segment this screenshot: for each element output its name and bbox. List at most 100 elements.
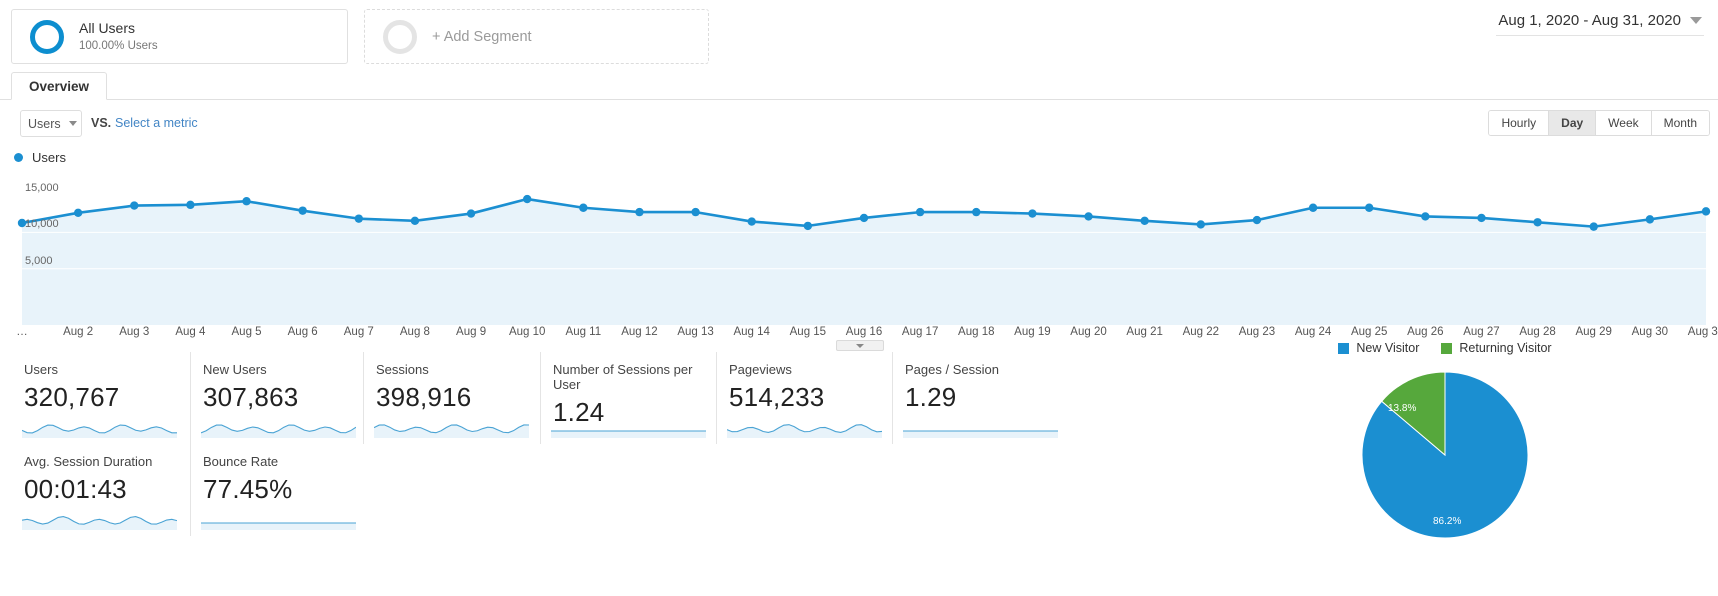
metric-card-value: 398,916	[376, 382, 472, 412]
x-axis-tick: Aug 14	[733, 326, 770, 338]
x-axis-tick: Aug 21	[1126, 326, 1163, 338]
chart-legend: Users	[14, 150, 66, 165]
pie-legend-item-returning-visitor[interactable]: Returning Visitor	[1441, 341, 1552, 355]
users-line-chart[interactable]: 5,000 10,000 15,000	[0, 170, 1718, 330]
pie-legend-item-new-visitor[interactable]: New Visitor	[1338, 341, 1419, 355]
y-axis-tick: 15,000	[25, 182, 59, 195]
metric-card-label: Users	[24, 362, 58, 377]
x-axis-tick: Aug 16	[845, 326, 883, 338]
metric-card-sessions[interactable]: Sessions 398,916	[363, 352, 540, 444]
legend-swatch-icon	[1441, 342, 1453, 354]
metric-card-label: Avg. Session Duration	[24, 454, 153, 469]
x-axis-tick: Aug 9	[456, 326, 487, 338]
metric-card-value: 77.45%	[203, 474, 293, 504]
date-range-picker[interactable]: Aug 1, 2020 - Aug 31, 2020	[1496, 9, 1704, 36]
x-axis-tick: Aug 20	[1070, 326, 1107, 338]
x-axis-tick: Aug 4	[175, 326, 206, 338]
metric-card-pages-per-session[interactable]: Pages / Session 1.29	[892, 352, 1058, 444]
x-axis-tick: Aug 15	[789, 326, 827, 338]
add-segment-donut-icon	[383, 19, 417, 54]
tab-overview[interactable]: Overview	[11, 72, 108, 100]
sparkline	[374, 424, 529, 438]
tab-strip: Overview	[0, 72, 1718, 100]
new-vs-returning-pie: New Visitor Returning Visitor 13.8% 86.2…	[1180, 336, 1710, 586]
x-axis-tick: Aug 17	[901, 326, 939, 338]
segment-title: All Users	[79, 19, 136, 36]
metric-card-new-users[interactable]: New Users 307,863	[190, 352, 363, 444]
primary-metric-label: Users	[28, 116, 61, 131]
y-axis-tick: 5,000	[25, 254, 53, 267]
granularity-week[interactable]: Week	[1596, 111, 1652, 135]
segment-card-all-users[interactable]: All Users 100.00% Users	[11, 9, 348, 64]
granularity-month[interactable]: Month	[1651, 111, 1709, 135]
select-a-metric-link[interactable]: Select a metric	[115, 116, 198, 130]
add-segment-label: + Add Segment	[432, 28, 532, 45]
x-axis-tick: Aug 19	[1014, 326, 1051, 338]
pie-slice-label-new: 86.2%	[1433, 516, 1462, 527]
granularity-day[interactable]: Day	[1549, 111, 1597, 135]
x-axis-tick: Aug 5	[231, 326, 262, 338]
x-axis-tick: Aug 8	[399, 326, 430, 338]
tab-overview-label: Overview	[29, 78, 90, 94]
metric-card-value: 1.29	[905, 382, 957, 412]
metric-card-bounce-rate[interactable]: Bounce Rate 77.45%	[190, 444, 363, 536]
sparkline	[22, 424, 177, 438]
x-axis-tick: Aug 13	[677, 326, 714, 338]
sparkline	[551, 430, 706, 438]
x-axis-tick: Aug 7	[343, 326, 374, 338]
metric-card-avg-session-duration[interactable]: Avg. Session Duration 00:01:43	[12, 444, 190, 536]
x-axis-tick: …	[16, 326, 28, 338]
pie-legend-label: New Visitor	[1356, 341, 1420, 355]
pie-legend-label: Returning Visitor	[1459, 341, 1552, 355]
x-axis-tick: Aug 12	[621, 326, 658, 338]
metric-selector-row: Users VS. Select a metric Hourly Day Wee…	[0, 100, 1718, 148]
metric-card-label: Sessions	[376, 362, 429, 377]
metric-card-label: New Users	[203, 362, 267, 377]
metric-card-users[interactable]: Users 320,767	[12, 352, 190, 444]
x-axis-tick: Aug 10	[508, 326, 546, 338]
x-axis-tick: Aug 2	[63, 326, 94, 338]
metric-card-pageviews[interactable]: Pageviews 514,233	[716, 352, 892, 444]
x-axis-tick: Aug 18	[958, 326, 995, 338]
metric-card-label: Number of Sessions per User	[553, 362, 693, 392]
segment-text: All Users 100.00% Users	[79, 20, 158, 54]
granularity-button-group: Hourly Day Week Month	[1488, 110, 1710, 136]
metric-card-value: 514,233	[729, 382, 825, 412]
segment-subtitle: 100.00% Users	[79, 40, 158, 53]
legend-swatch-icon	[1338, 342, 1350, 354]
segment-bar: All Users 100.00% Users + Add Segment	[0, 0, 1718, 72]
pie-legend: New Visitor Returning Visitor	[1180, 341, 1710, 355]
metric-card-value: 00:01:43	[24, 474, 127, 504]
metric-cards: Users 320,767 New Users 307,863 Sessions 398,…	[12, 352, 1172, 536]
line-chart-svg	[17, 194, 1711, 325]
granularity-hourly[interactable]: Hourly	[1489, 111, 1550, 135]
metric-card-label: Pages / Session	[905, 362, 999, 377]
x-axis-tick: Aug 11	[565, 326, 602, 338]
chevron-down-icon	[1690, 17, 1702, 24]
pie-slice-label-returning: 13.8%	[1388, 403, 1417, 414]
sparkline	[727, 424, 882, 438]
sparkline	[201, 424, 356, 438]
primary-metric-select[interactable]: Users	[20, 110, 82, 137]
segment-donut-icon	[30, 19, 64, 54]
chevron-down-icon	[68, 121, 77, 126]
chart-resize-handle[interactable]	[836, 340, 884, 351]
pie-wrap: 13.8% 86.2%	[1180, 366, 1710, 551]
legend-dot-icon	[14, 153, 23, 162]
metric-card-label: Bounce Rate	[203, 454, 279, 469]
metric-card-row: Avg. Session Duration 00:01:43 Bounce Rate…	[12, 444, 1172, 536]
sparkline	[22, 515, 177, 530]
sparkline	[201, 522, 356, 530]
y-axis-tick: 10,000	[25, 218, 59, 231]
chevron-down-icon	[856, 343, 864, 348]
vs-label: VS.	[91, 116, 112, 130]
metric-card-value: 307,863	[203, 382, 299, 412]
metric-card-row: Users 320,767 New Users 307,863 Sessions 398,…	[12, 352, 1172, 444]
add-segment-button[interactable]: + Add Segment	[364, 9, 709, 64]
metric-card-value: 320,767	[24, 382, 120, 412]
analytics-audience-overview: All Users 100.00% Users + Add Segment Au…	[0, 0, 1718, 596]
metric-card-sessions-per-user[interactable]: Number of Sessions per User 1.24	[540, 352, 716, 444]
x-axis-tick: Aug 6	[287, 326, 318, 338]
chart-legend-label: Users	[32, 150, 66, 165]
date-range-label: Aug 1, 2020 - Aug 31, 2020	[1498, 12, 1681, 29]
